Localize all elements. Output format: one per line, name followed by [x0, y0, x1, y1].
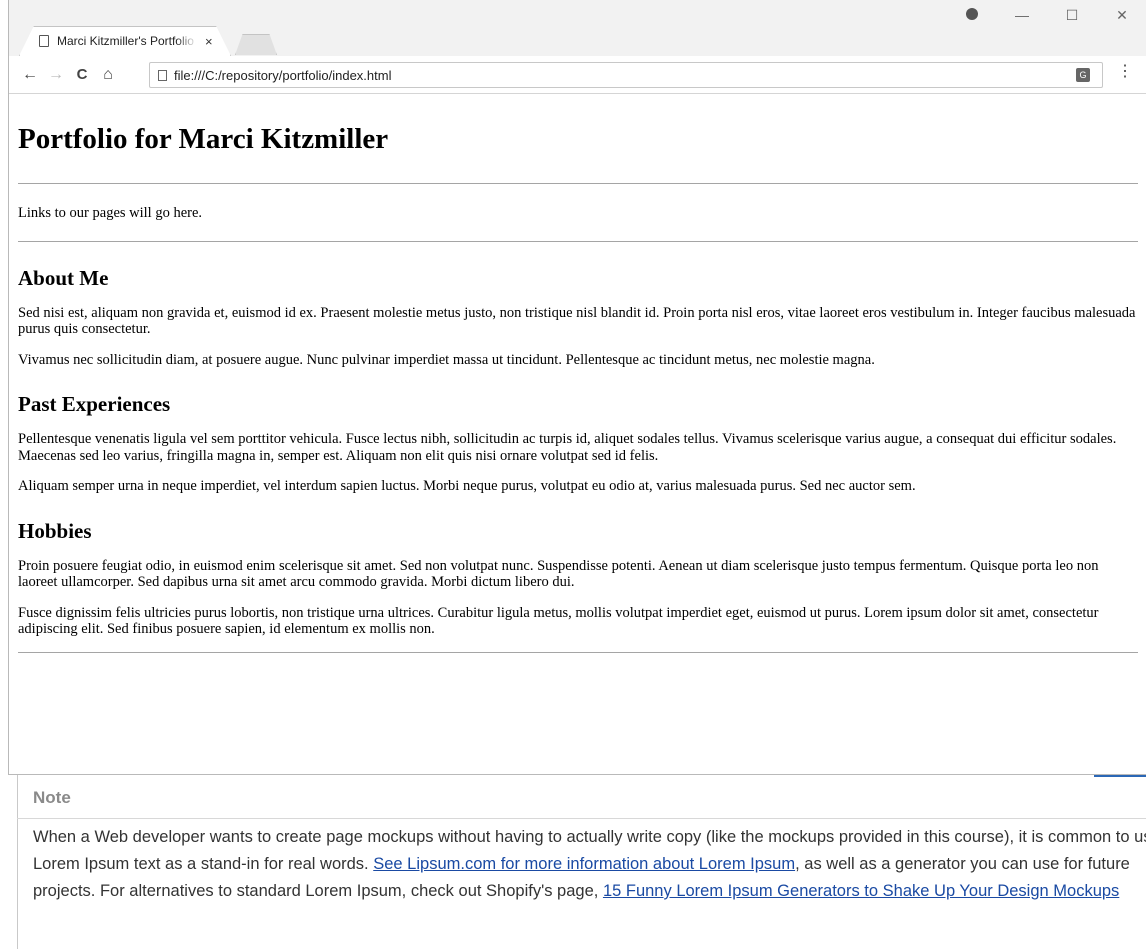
paragraph: Fusce dignissim felis ultricies purus lo…	[18, 604, 1099, 638]
close-window-button[interactable]: ✕	[1097, 7, 1146, 24]
paragraph: Proin posuere feugiat odio, in euismod e…	[18, 557, 1099, 591]
note-divider	[17, 818, 1146, 819]
page-title: Portfolio for Marci Kitzmiller	[18, 123, 389, 155]
section-heading-hobbies: Hobbies	[18, 518, 92, 543]
note-panel: Note When a Web developer wants to creat…	[17, 775, 1146, 949]
paragraph: Aliquam semper urna in neque imperdiet, …	[18, 478, 916, 494]
tab-title: Marci Kitzmiller's Portfolio	[57, 34, 194, 48]
lipsum-link[interactable]: See Lipsum.com for more information abou…	[373, 855, 795, 873]
profile-button[interactable]	[947, 7, 997, 23]
paragraph: Vivamus nec sollicitudin diam, at posuer…	[18, 351, 875, 368]
window-controls: — ☐ ✕	[947, 0, 1146, 30]
back-arrow-icon[interactable]: ←	[19, 66, 41, 84]
home-icon[interactable]: ⌂	[97, 66, 119, 84]
document-icon	[39, 35, 49, 47]
paragraph: Sed nisi est, aliquam non gravida et, eu…	[18, 304, 1136, 338]
translate-icon[interactable]: G	[1076, 68, 1090, 82]
browser-toolbar: ← → C ⌂ file:///C:/repository/portfolio/…	[9, 56, 1146, 94]
tab-active[interactable]: Marci Kitzmiller's Portfolio ×	[19, 26, 231, 56]
page-info-icon[interactable]	[158, 69, 167, 81]
section-heading-experiences: Past Experiences	[18, 392, 171, 416]
links-placeholder: Links to our pages will go here.	[18, 205, 203, 221]
address-bar[interactable]: file:///C:/repository/portfolio/index.ht…	[149, 62, 1103, 88]
menu-kebab-icon[interactable]: ⋮	[1117, 64, 1133, 80]
note-title: Note	[33, 788, 71, 807]
forward-arrow-icon[interactable]: →	[45, 66, 67, 84]
divider	[18, 183, 1138, 184]
profile-icon	[966, 8, 978, 20]
note-accent-bar	[1094, 775, 1146, 777]
divider	[18, 240, 1138, 242]
section-heading-about: About Me	[18, 265, 109, 290]
address-url[interactable]: file:///C:/repository/portfolio/index.ht…	[174, 68, 391, 83]
paragraph: Pellentesque venenatis ligula vel sem po…	[18, 431, 1117, 464]
tab-close-icon[interactable]: ×	[205, 34, 213, 49]
new-tab-button[interactable]	[235, 34, 277, 55]
divider	[18, 651, 1138, 653]
tab-strip: Marci Kitzmiller's Portfolio × — ☐ ✕	[9, 0, 1146, 56]
lorem-generators-link[interactable]: 15 Funny Lorem Ipsum Generators to Shake…	[603, 882, 1119, 900]
note-body: When a Web developer wants to create pag…	[33, 824, 1146, 905]
page-content: Portfolio for Marci Kitzmiller Links to …	[9, 123, 1146, 653]
browser-window: Marci Kitzmiller's Portfolio × — ☐ ✕ ← →…	[8, 0, 1146, 775]
reload-icon[interactable]: C	[71, 66, 93, 83]
maximize-button[interactable]: ☐	[1047, 7, 1097, 24]
minimize-button[interactable]: —	[997, 7, 1047, 23]
